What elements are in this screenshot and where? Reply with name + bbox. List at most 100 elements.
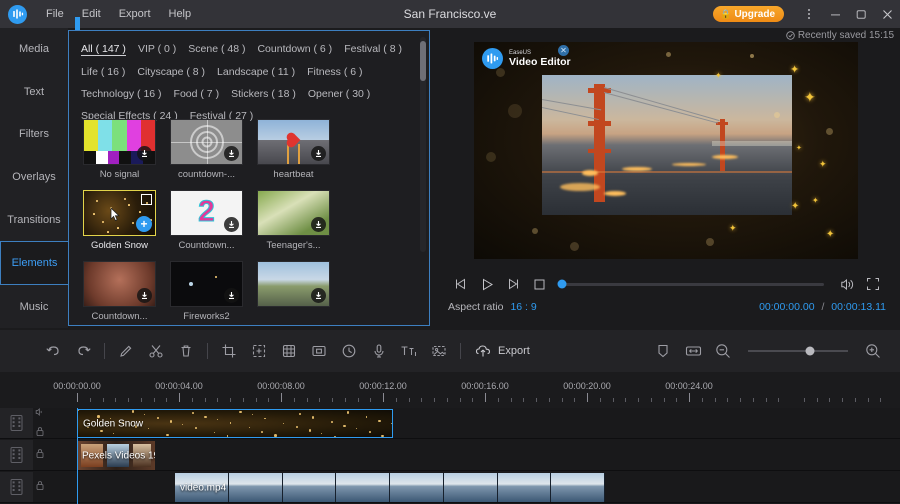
category-0[interactable]: All ( 147 ) xyxy=(81,43,126,56)
category-5[interactable]: Life ( 16 ) xyxy=(81,66,125,78)
close-icon[interactable] xyxy=(874,0,900,28)
timeline-ruler[interactable]: 00:00:00.0000:00:04.0000:00:08.0000:00:1… xyxy=(0,378,900,408)
element-item[interactable]: 2Countdown... xyxy=(170,190,243,251)
seek-handle[interactable] xyxy=(558,280,567,289)
next-frame-button[interactable] xyxy=(500,273,526,295)
download-icon[interactable] xyxy=(137,288,152,303)
menu-file[interactable]: File xyxy=(37,0,73,28)
element-thumbnail[interactable]: 2 xyxy=(170,190,243,236)
playhead-handle[interactable] xyxy=(75,17,80,30)
download-icon[interactable] xyxy=(311,146,326,161)
element-item[interactable]: No signal xyxy=(83,119,156,180)
category-3[interactable]: Countdown ( 6 ) xyxy=(257,43,332,55)
speed-icon[interactable] xyxy=(334,330,364,372)
sidebar-item-music[interactable]: Music xyxy=(0,285,68,328)
element-thumbnail[interactable] xyxy=(83,119,156,165)
sidebar-item-elements[interactable]: Elements xyxy=(0,241,68,286)
crop-icon[interactable] xyxy=(214,330,244,372)
download-icon[interactable] xyxy=(137,146,152,161)
track-header[interactable] xyxy=(0,440,33,470)
text-icon[interactable] xyxy=(394,330,424,372)
element-thumbnail[interactable] xyxy=(257,261,330,307)
minimize-icon[interactable] xyxy=(822,0,848,28)
timeline-clip[interactable]: Pexels Videos 19 xyxy=(77,441,155,470)
sidebar-item-filters[interactable]: Filters xyxy=(0,113,68,156)
element-item[interactable]: Countdown... xyxy=(83,261,156,322)
preview-stage[interactable]: EaseUS Video Editor ✕ xyxy=(474,42,858,259)
lock-icon[interactable] xyxy=(35,446,45,464)
add-to-timeline-button[interactable]: + xyxy=(136,216,152,232)
sidebar-item-transitions[interactable]: Transitions xyxy=(0,198,68,241)
play-button[interactable] xyxy=(474,273,500,295)
element-item[interactable]: +Golden Snow xyxy=(83,190,156,251)
sidebar-item-text[interactable]: Text xyxy=(0,71,68,114)
stop-button[interactable] xyxy=(526,273,552,295)
fit-screen-icon[interactable] xyxy=(678,330,708,372)
category-7[interactable]: Landscape ( 11 ) xyxy=(217,66,295,78)
zoom-slider[interactable] xyxy=(748,350,848,352)
category-9[interactable]: Technology ( 16 ) xyxy=(81,88,162,100)
track-header[interactable] xyxy=(0,472,33,502)
timeline-clip[interactable]: Golden Snow xyxy=(77,409,393,438)
category-12[interactable]: Opener ( 30 ) xyxy=(308,88,370,100)
watermark-icon[interactable] xyxy=(424,330,454,372)
delete-icon[interactable] xyxy=(171,330,201,372)
prev-frame-button[interactable] xyxy=(448,273,474,295)
download-icon[interactable] xyxy=(224,217,239,232)
aspect-ratio-value[interactable]: 16 : 9 xyxy=(510,301,536,313)
element-thumbnail[interactable]: + xyxy=(83,190,156,236)
track-body[interactable]: video.mp4 xyxy=(47,472,900,502)
category-1[interactable]: VIP ( 0 ) xyxy=(138,43,176,55)
redo-icon[interactable] xyxy=(68,330,98,372)
upgrade-button[interactable]: 🔒 Upgrade xyxy=(713,6,784,22)
download-icon[interactable] xyxy=(224,146,239,161)
element-thumbnail[interactable] xyxy=(83,261,156,307)
mosaic-icon[interactable] xyxy=(274,330,304,372)
category-4[interactable]: Festival ( 8 ) xyxy=(344,43,402,55)
elements-scrollbar[interactable] xyxy=(420,37,426,252)
zoom-slider-handle[interactable] xyxy=(806,347,815,356)
element-item[interactable]: Teenager's... xyxy=(257,190,330,251)
element-item[interactable]: countdown-... xyxy=(170,119,243,180)
element-thumbnail[interactable] xyxy=(170,261,243,307)
overlay-icon[interactable] xyxy=(244,330,274,372)
track-body[interactable]: Golden Snow xyxy=(47,408,900,438)
sidebar-item-media[interactable]: Media xyxy=(0,28,68,71)
category-11[interactable]: Stickers ( 18 ) xyxy=(231,88,296,100)
edit-icon[interactable] xyxy=(111,330,141,372)
export-button[interactable]: Export xyxy=(467,330,538,372)
favorite-toggle-icon[interactable] xyxy=(141,194,152,205)
timeline-clip[interactable]: video.mp4 xyxy=(175,473,605,502)
menu-export[interactable]: Export xyxy=(110,0,160,28)
more-options-icon[interactable] xyxy=(796,0,822,28)
track-header[interactable] xyxy=(0,408,33,438)
zoom-out-icon[interactable] xyxy=(708,330,738,372)
menu-help[interactable]: Help xyxy=(160,0,201,28)
category-10[interactable]: Food ( 7 ) xyxy=(174,88,220,100)
sidebar-item-overlays[interactable]: Overlays xyxy=(0,156,68,199)
voiceover-icon[interactable] xyxy=(364,330,394,372)
category-2[interactable]: Scene ( 48 ) xyxy=(188,43,245,55)
scrollbar-thumb[interactable] xyxy=(420,41,426,81)
mute-icon[interactable] xyxy=(35,404,45,422)
element-item[interactable]: heartbeat xyxy=(257,119,330,180)
lock-icon[interactable] xyxy=(35,478,45,496)
element-thumbnail[interactable] xyxy=(170,119,243,165)
watermark-close-icon[interactable]: ✕ xyxy=(558,45,569,56)
maximize-icon[interactable] xyxy=(848,0,874,28)
category-6[interactable]: Cityscape ( 8 ) xyxy=(137,66,205,78)
pip-icon[interactable] xyxy=(304,330,334,372)
volume-icon[interactable] xyxy=(834,273,860,295)
undo-icon[interactable] xyxy=(38,330,68,372)
seek-slider[interactable] xyxy=(562,283,824,286)
marker-icon[interactable] xyxy=(648,330,678,372)
download-icon[interactable] xyxy=(311,217,326,232)
element-thumbnail[interactable] xyxy=(257,190,330,236)
category-8[interactable]: Fitness ( 6 ) xyxy=(307,66,362,78)
element-item[interactable] xyxy=(257,261,330,322)
download-icon[interactable] xyxy=(311,288,326,303)
zoom-in-icon[interactable] xyxy=(858,330,888,372)
download-icon[interactable] xyxy=(224,288,239,303)
element-item[interactable]: Fireworks2 xyxy=(170,261,243,322)
track-body[interactable]: Pexels Videos 19 xyxy=(47,440,900,470)
